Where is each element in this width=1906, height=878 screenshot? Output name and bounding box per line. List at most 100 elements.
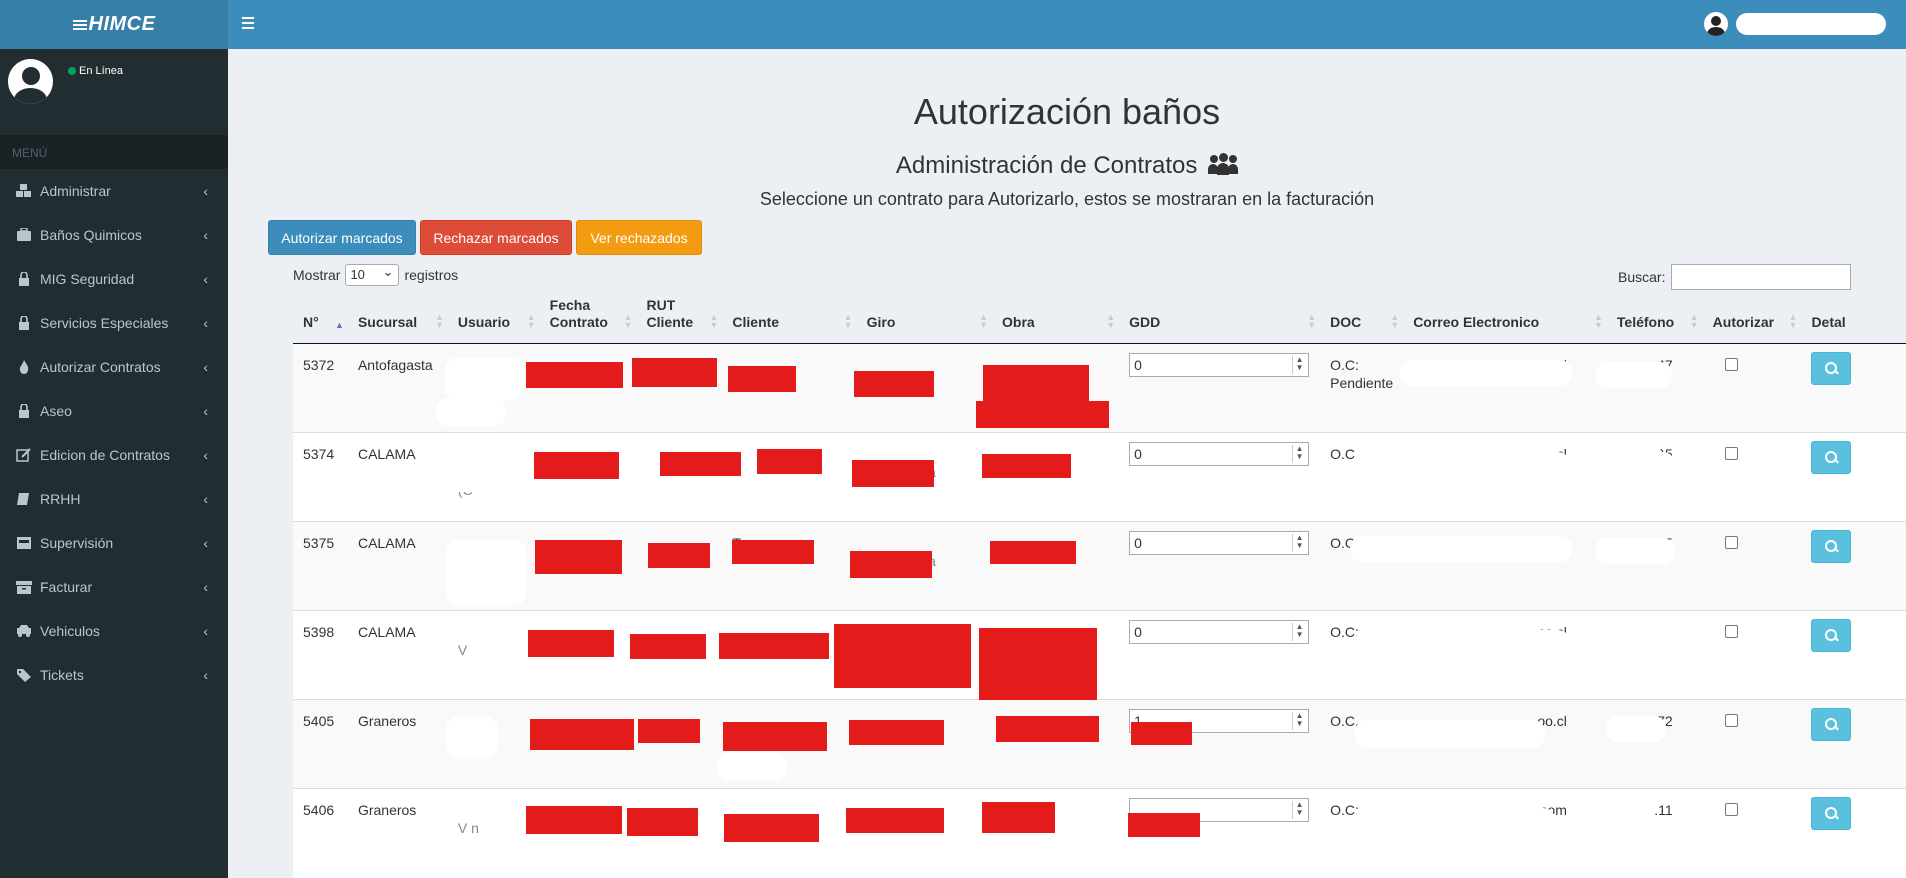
redaction-blur <box>1595 452 1675 478</box>
authorize-checkbox[interactable] <box>1724 536 1738 549</box>
spinner-icon[interactable]: ▲ ▼ <box>1292 534 1306 552</box>
col-header-gdd[interactable]: GDD ▲ ▼ <box>1119 297 1321 344</box>
cell-detalle <box>1801 343 1906 433</box>
view-detail-button[interactable] <box>1811 797 1852 830</box>
authorize-checkbox[interactable] <box>1724 714 1738 727</box>
sort-icon: ▲ ▼ <box>843 312 853 330</box>
gdd-number-input[interactable]: 0 ▲ ▼ <box>1129 353 1310 377</box>
col-header-detalle[interactable]: Detal <box>1801 297 1906 344</box>
cell-sucursal: Graneros <box>347 788 448 878</box>
user-avatar-icon <box>1704 12 1728 36</box>
sort-icon: ▲ ▼ <box>979 312 989 330</box>
sidebar-item-facturar[interactable]: Facturar ‹ <box>0 565 228 609</box>
chevron-left-icon: ‹ <box>203 359 208 375</box>
archive-icon <box>16 581 32 594</box>
sidebar-item-autorizar-contratos[interactable]: Autorizar Contratos ‹ <box>0 345 228 389</box>
spinner-icon[interactable]: ▲ ▼ <box>1292 445 1306 463</box>
sort-icon: ▲ ▼ <box>526 312 536 330</box>
view-detail-button[interactable] <box>1811 441 1852 474</box>
sidebar-item-mig-seguridad[interactable]: MIG Seguridad ‹ <box>0 257 228 301</box>
spinner-icon[interactable]: ▲ ▼ <box>1292 712 1306 730</box>
redaction-blur <box>1606 716 1666 742</box>
header-label: Obra <box>1002 314 1035 330</box>
cell-autorizar <box>1702 432 1802 522</box>
col-header-correo[interactable]: Correo Electronico ▲ ▼ <box>1403 297 1607 344</box>
redaction-mask <box>723 722 827 751</box>
redaction-blur <box>717 752 787 780</box>
cell-sucursal: CALAMA <box>347 610 448 700</box>
gdd-number-input[interactable]: 0 ▲ ▼ <box>1129 531 1310 555</box>
sidebar-item-vehiculos[interactable]: Vehiculos ‹ <box>0 609 228 653</box>
gdd-value: 0 <box>1134 357 1142 373</box>
authorize-checkbox[interactable] <box>1724 803 1738 816</box>
cell-doc: O.C: Pendiente <box>1320 343 1404 433</box>
sidebar: En Línea MENÚ Administrar ‹ Baños Quimic… <box>0 49 228 878</box>
redaction-blur <box>436 398 506 426</box>
menu-toggle-icon[interactable] <box>242 14 258 34</box>
user-menu[interactable] <box>1704 12 1886 36</box>
col-header-numero[interactable]: N° ▲ <box>293 297 348 344</box>
redaction-mask <box>728 366 796 392</box>
gdd-number-input[interactable]: 0 ▲ ▼ <box>1129 442 1310 466</box>
authorize-checkbox[interactable] <box>1724 625 1738 638</box>
lock-icon <box>19 404 29 418</box>
sidebar-item-administrar[interactable]: Administrar ‹ <box>0 169 228 213</box>
cell-detalle <box>1801 521 1906 611</box>
authorize-selected-button[interactable]: Autorizar marcados <box>268 220 416 255</box>
search-input[interactable] <box>1671 264 1852 290</box>
cell-sucursal: Antofagasta <box>347 343 448 433</box>
reject-selected-button[interactable]: Rechazar marcados <box>420 220 572 255</box>
logo[interactable]: HIMCE <box>0 0 228 49</box>
sidebar-item-tickets[interactable]: Tickets ‹ <box>0 653 228 697</box>
redaction-mask <box>526 806 622 834</box>
sidebar-item-banos-quimicos[interactable]: Baños Quimicos ‹ <box>0 213 228 257</box>
spinner-icon[interactable]: ▲ ▼ <box>1292 623 1306 641</box>
view-detail-button[interactable] <box>1811 708 1852 741</box>
sidebar-item-aseo[interactable]: Aseo ‹ <box>0 389 228 433</box>
sidebar-item-servicios-especiales[interactable]: Servicios Especiales ‹ <box>0 301 228 345</box>
sidebar-item-label: MIG Seguridad <box>40 271 135 287</box>
view-detail-button[interactable] <box>1811 619 1852 652</box>
gdd-number-input[interactable]: 0 ▲ ▼ <box>1129 620 1310 644</box>
redaction-mask <box>526 362 623 388</box>
redaction-blur <box>1355 808 1555 836</box>
sidebar-item-rrhh[interactable]: RRHH ‹ <box>0 477 228 521</box>
cell-cliente: T <box>722 521 857 611</box>
col-header-usuario[interactable]: Usuario ▲ ▼ <box>447 297 540 344</box>
lock-icon <box>19 272 29 286</box>
col-header-telefono[interactable]: Teléfono ▲ ▼ <box>1606 297 1703 344</box>
redaction-mask <box>854 371 934 397</box>
cell-rut-cliente <box>636 343 723 433</box>
col-header-giro[interactable]: Giro ▲ ▼ <box>856 297 993 344</box>
view-detail-button[interactable] <box>1811 530 1852 563</box>
col-header-autorizar[interactable]: Autorizar ▲ ▼ <box>1702 297 1802 344</box>
cubes-icon <box>16 184 31 197</box>
users-icon <box>1208 153 1239 175</box>
col-header-cliente[interactable]: Cliente ▲ ▼ <box>722 297 857 344</box>
authorize-checkbox[interactable] <box>1724 358 1738 371</box>
sort-icon: ▲ ▼ <box>623 312 633 330</box>
sidebar-item-supervision[interactable]: Supervisión ‹ <box>0 521 228 565</box>
sidebar-item-label: Administrar <box>40 183 111 199</box>
page-length-select[interactable]: 10 <box>345 264 400 286</box>
col-header-obra[interactable]: Obra ▲ ▼ <box>992 297 1120 344</box>
col-header-fecha-contrato[interactable]: Fecha Contrato ▲ ▼ <box>539 297 637 344</box>
user-panel: En Línea <box>0 49 228 135</box>
authorize-checkbox[interactable] <box>1724 447 1738 460</box>
header-label: RUT Cliente <box>646 297 694 330</box>
spinner-icon[interactable]: ▲ ▼ <box>1292 356 1306 374</box>
view-detail-button[interactable] <box>1811 352 1852 385</box>
redaction-mask <box>982 802 1055 833</box>
col-header-doc[interactable]: DOC ▲ ▼ <box>1320 297 1404 344</box>
sidebar-item-label: RRHH <box>40 491 81 507</box>
redaction-mask <box>757 449 822 474</box>
cell-telefono: )5 <box>1606 521 1703 611</box>
spinner-icon[interactable]: ▲ ▼ <box>1292 801 1306 819</box>
header-label: N° <box>303 314 319 330</box>
header-label: Usuario <box>457 314 511 330</box>
cell-telefono: 72 <box>1606 699 1703 789</box>
col-header-rut-cliente[interactable]: RUT Cliente ▲ ▼ <box>636 297 723 344</box>
view-rejected-button[interactable]: Ver rechazados <box>576 220 702 255</box>
sidebar-item-edicion-contratos[interactable]: Edicion de Contratos ‹ <box>0 433 228 477</box>
col-header-sucursal[interactable]: Sucursal ▲ ▼ <box>347 297 448 344</box>
